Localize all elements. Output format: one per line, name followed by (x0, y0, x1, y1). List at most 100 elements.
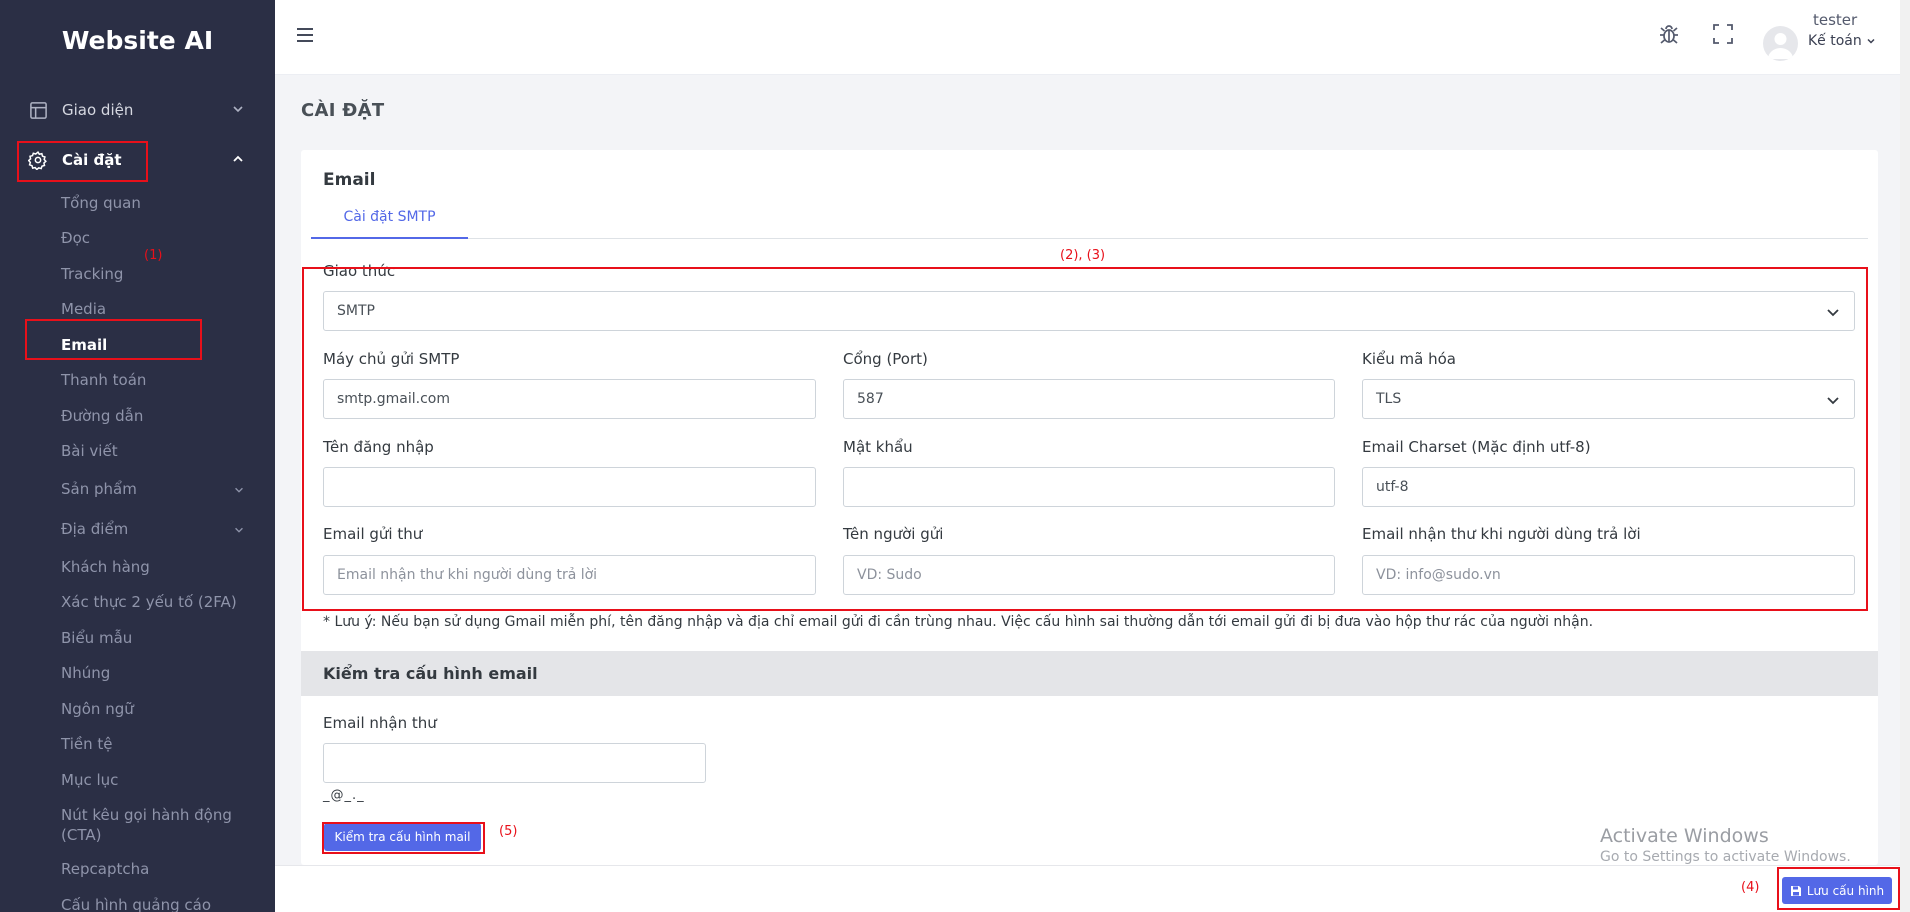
chevron-down-icon (233, 106, 243, 113)
sidebar-item-label: Email (61, 335, 108, 354)
encryption-label: Kiểu mã hóa (1362, 350, 1456, 368)
smtp-host-input[interactable] (323, 379, 816, 419)
tab-bar: Cài đặt SMTP (311, 197, 1868, 239)
sidebar-item-tien-te[interactable]: Tiền tệ (61, 727, 275, 763)
bug-icon[interactable] (1657, 22, 1681, 46)
sender-email-input[interactable] (323, 555, 816, 595)
sidebar-item-nhung[interactable]: Nhúng (61, 656, 275, 692)
chevron-down-icon (1827, 309, 1839, 317)
sidebar-item-tong-quan[interactable]: Tổng quan (61, 185, 275, 221)
sidebar-item-label: Biểu mẫu (61, 628, 133, 647)
email-format-hint: _@_._ (323, 788, 365, 803)
sidebar-item-ngon-ngu[interactable]: Ngôn ngữ (61, 691, 275, 727)
annotation-label-1: (1) (144, 248, 163, 263)
sidebar-item-label: Repcaptcha (61, 860, 150, 879)
sidebar-group-cai-dat[interactable]: Cài đặt (0, 135, 275, 185)
save-config-label: Lưu cấu hình (1806, 883, 1885, 898)
sidebar-item-label: Ngôn ngữ (61, 699, 134, 718)
sender-name-input[interactable] (843, 555, 1335, 595)
layout-icon (28, 100, 48, 120)
sidebar-item-label: Cấu hình quảng cáo (61, 895, 212, 912)
sidebar-item-doc[interactable]: Đọc (61, 221, 275, 257)
recipient-email-label: Email nhận thư (323, 714, 437, 732)
menu-icon[interactable] (295, 26, 315, 44)
card-title: Email (323, 170, 376, 190)
recipient-email-input[interactable] (323, 743, 706, 783)
sidebar-item-repcaptcha[interactable]: Repcaptcha (61, 852, 275, 888)
footer-bar (275, 865, 1910, 912)
sender-name-label: Tên người gửi (843, 525, 944, 543)
avatar[interactable] (1763, 26, 1798, 61)
sidebar-item-label: Nhúng (61, 664, 111, 683)
sidebar-item-label: Xác thực 2 yếu tố (2FA) (61, 593, 237, 612)
sidebar-item-label: Nút kêu gọi hành động (CTA) (61, 805, 232, 844)
sidebar-item-label: Media (61, 300, 107, 319)
sidebar-item-san-pham[interactable]: Sản phẩm (61, 469, 275, 509)
sidebar-item-label: Khách hàng (61, 557, 150, 576)
user-role: Kế toán (1808, 33, 1862, 49)
port-input[interactable] (843, 379, 1335, 419)
sidebar-group-label: Cài đặt (62, 151, 122, 169)
test-mail-config-button[interactable]: Kiểm tra cấu hình mail (324, 823, 481, 851)
sidebar-item-label: Đọc (61, 229, 91, 248)
reply-email-input[interactable] (1362, 555, 1855, 595)
sidebar-item-quang-cao[interactable]: Cấu hình quảng cáo (61, 887, 275, 912)
save-config-button[interactable]: Lưu cấu hình (1782, 877, 1892, 904)
sidebar-group-label: Giao diện (62, 101, 134, 119)
password-label: Mật khẩu (843, 438, 913, 456)
sidebar-item-dia-diem[interactable]: Địa điểm (61, 509, 275, 549)
sidebar-item-duong-dan[interactable]: Đường dẫn (61, 398, 275, 434)
port-label: Cổng (Port) (843, 350, 928, 368)
chevron-up-icon (233, 155, 243, 162)
annotation-label-4: (4) (1741, 880, 1760, 895)
sidebar-item-label: Tracking (61, 264, 124, 283)
sidebar-item-label: Tiền tệ (61, 735, 113, 754)
page-scrollbar[interactable] (1900, 0, 1910, 912)
settings-submenu: Tổng quan Đọc Tracking Media Email Thanh… (0, 185, 275, 912)
user-name[interactable]: tester (1813, 11, 1857, 29)
encryption-select[interactable]: TLS (1362, 379, 1855, 419)
gmail-note: * Lưu ý: Nếu bạn sử dụng Gmail miễn phí,… (323, 614, 1594, 630)
annotation-label-2-3: (2), (3) (1060, 248, 1106, 263)
section-title: Kiểm tra cấu hình email (323, 664, 538, 683)
password-input[interactable] (843, 467, 1335, 507)
sidebar-item-label: Đường dẫn (61, 406, 144, 425)
username-label: Tên đăng nhập (323, 438, 434, 456)
gear-icon (28, 150, 48, 170)
floppy-disk-icon (1790, 885, 1801, 896)
sidebar-item-label: Thanh toán (61, 371, 147, 390)
username-input[interactable] (323, 467, 816, 507)
protocol-select[interactable]: SMTP (323, 291, 1855, 331)
chevron-down-icon (1827, 397, 1839, 405)
sidebar-group-giao-dien[interactable]: Giao diện (0, 85, 275, 135)
sidebar-item-label: Bài viết (61, 442, 118, 461)
sidebar-item-email[interactable]: Email (61, 327, 275, 363)
sidebar-item-label: Sản phẩm (61, 480, 137, 498)
test-config-section-header: Kiểm tra cấu hình email (301, 651, 1878, 696)
sidebar-item-2fa[interactable]: Xác thực 2 yếu tố (2FA) (61, 585, 275, 621)
page-title: CÀI ĐẶT (301, 100, 385, 121)
charset-input[interactable] (1362, 467, 1855, 507)
activate-windows-title: Activate Windows (1600, 825, 1769, 847)
sidebar-item-media[interactable]: Media (61, 292, 275, 328)
sidebar-item-cta[interactable]: Nút kêu gọi hành động (CTA) (61, 798, 241, 852)
sidebar-item-label: Mục lục (61, 770, 119, 789)
sidebar-item-label: Địa điểm (61, 520, 129, 538)
tab-smtp-settings[interactable]: Cài đặt SMTP (311, 197, 468, 239)
sender-email-label: Email gửi thư (323, 525, 423, 543)
sidebar-item-tracking[interactable]: Tracking (61, 256, 275, 292)
reply-email-label: Email nhận thư khi người dùng trả lời (1362, 525, 1641, 543)
sidebar-item-bieu-mau[interactable]: Biểu mẫu (61, 620, 275, 656)
sidebar-item-khach-hang[interactable]: Khách hàng (61, 549, 275, 585)
smtp-host-label: Máy chủ gửi SMTP (323, 350, 460, 368)
chevron-down-icon (1867, 38, 1875, 44)
sidebar-item-bai-viet[interactable]: Bài viết (61, 434, 275, 470)
annotation-label-5: (5) (499, 824, 518, 839)
fullscreen-icon[interactable] (1711, 22, 1735, 46)
charset-label: Email Charset (Mặc định utf-8) (1362, 438, 1591, 456)
sidebar-item-muc-luc[interactable]: Mục lục (61, 762, 275, 798)
chevron-down-icon (235, 487, 243, 493)
brand-logo[interactable]: Website AI (0, 0, 275, 80)
sidebar-item-thanh-toan[interactable]: Thanh toán (61, 363, 275, 399)
user-role-dropdown[interactable]: Kế toán (1808, 33, 1876, 49)
